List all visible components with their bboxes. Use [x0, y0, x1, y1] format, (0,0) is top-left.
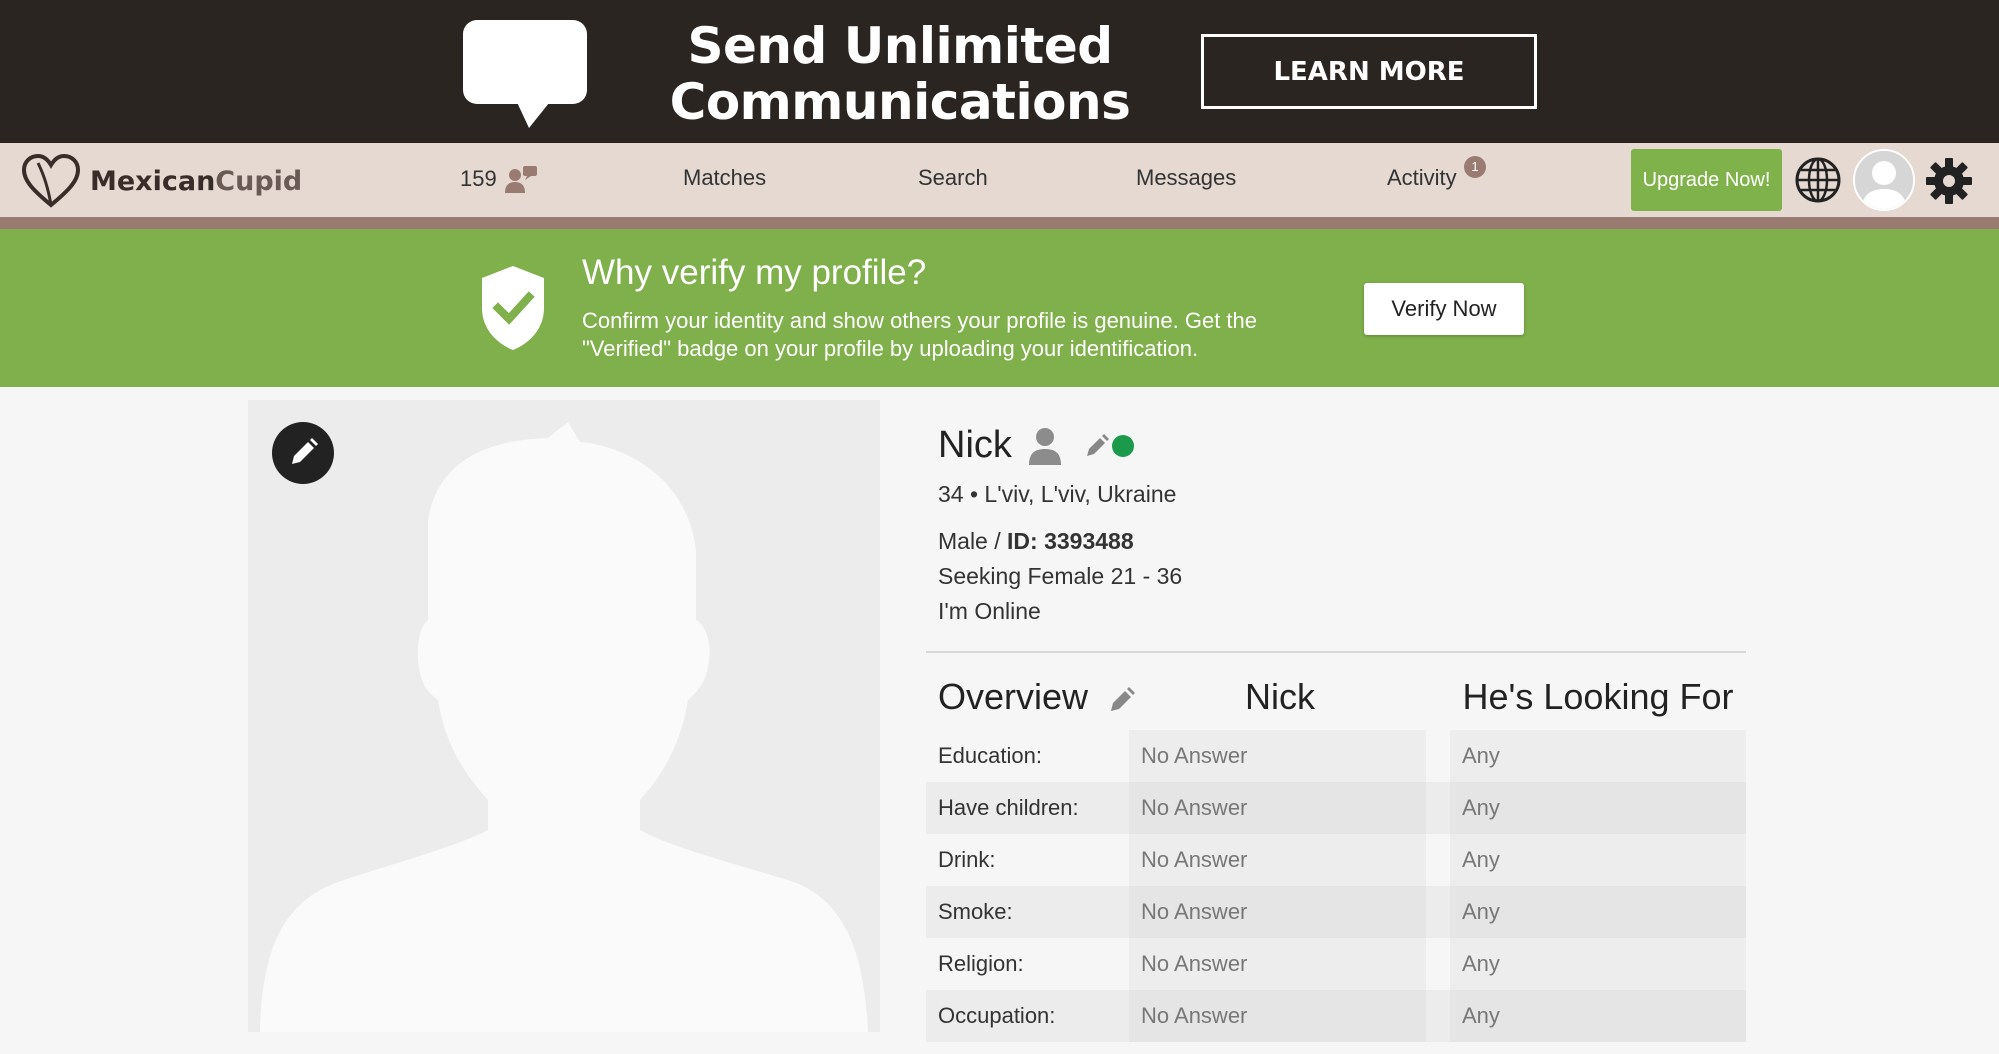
row-label: Education: [938, 743, 1042, 768]
nav-messages[interactable]: Messages [1136, 165, 1236, 191]
row-looking-value: Any [1450, 834, 1746, 886]
nav-matches[interactable]: Matches [683, 165, 766, 191]
person-icon [1028, 427, 1061, 465]
row-label: Religion: [938, 951, 1024, 976]
heart-logo-icon [21, 153, 81, 208]
row-self-value: No Answer [1129, 990, 1426, 1042]
edit-photo-button[interactable] [272, 422, 334, 484]
nav-divider-strip [0, 217, 1999, 229]
row-looking-value: Any [1450, 990, 1746, 1042]
online-status-dot [1111, 434, 1134, 457]
table-row: Occupation: No Answer Any [926, 990, 1746, 1042]
nav-search[interactable]: Search [918, 165, 988, 191]
logo-text: MexicanCupid [90, 166, 302, 197]
gender-text: Male / [938, 528, 1008, 554]
shield-check-icon [482, 266, 544, 350]
verify-now-button[interactable]: Verify Now [1364, 283, 1524, 335]
row-looking-value: Any [1450, 730, 1746, 782]
overview-column-looking-for: He's Looking For [1462, 676, 1734, 717]
table-row: Religion: No Answer Any [926, 938, 1746, 990]
row-self-value: No Answer [1129, 886, 1426, 938]
gear-icon[interactable] [1924, 156, 1974, 206]
row-looking-value: Any [1450, 782, 1746, 834]
row-looking-value: Any [1450, 938, 1746, 990]
members-counter[interactable]: 159 [460, 163, 539, 195]
table-row: Drink: No Answer Any [926, 834, 1746, 886]
divider [926, 651, 1746, 653]
ad-headline-line1: Send Unlimited [687, 17, 1113, 75]
activity-badge: 1 [1464, 156, 1486, 178]
logo-text-rest: Cupid [215, 165, 303, 197]
ad-headline: Send Unlimited Communications [660, 18, 1140, 130]
gender-id: Male / ID: 3393488 [938, 528, 1134, 555]
nav-activity[interactable]: Activity [1387, 165, 1457, 191]
row-label: Smoke: [938, 899, 1013, 924]
verify-title: Why verify my profile? [582, 253, 927, 292]
row-label: Occupation: [938, 1003, 1056, 1028]
ad-headline-line2: Communications [669, 73, 1131, 131]
avatar-silhouette-icon [1855, 151, 1913, 209]
ad-banner[interactable]: Send Unlimited Communications LEARN MORE [0, 0, 1999, 143]
table-row: Education: No Answer Any [926, 730, 1746, 782]
row-label: Drink: [938, 847, 996, 872]
member-id: ID: 3393488 [1007, 528, 1134, 554]
overview-column-self: Nick [1245, 676, 1315, 717]
logo[interactable]: MexicanCupid [20, 153, 302, 209]
members-count: 159 [460, 166, 497, 191]
row-self-value: No Answer [1129, 782, 1426, 834]
top-nav: MexicanCupid 159 Matches Search Messages… [0, 143, 1999, 217]
table-row: Smoke: No Answer Any [926, 886, 1746, 938]
verify-banner: Why verify my profile? Confirm your iden… [0, 229, 1999, 387]
age-location: 34 • L'viv, L'viv, Ukraine [938, 481, 1177, 507]
person-silhouette-icon [260, 422, 868, 1032]
members-icon [504, 166, 537, 193]
globe-icon[interactable] [1794, 156, 1842, 204]
profile-photo[interactable] [248, 400, 880, 1032]
pencil-icon [292, 438, 318, 464]
profile-name: Nick [938, 424, 1012, 466]
logo-text-bold: Mexican [90, 165, 216, 197]
app-window: Send Unlimited Communications LEARN MORE… [0, 0, 1999, 1054]
online-status-text: I'm Online [938, 598, 1041, 624]
row-looking-value: Any [1450, 886, 1746, 938]
profile-header: Nick [938, 424, 1134, 467]
upgrade-button[interactable]: Upgrade Now! [1631, 149, 1782, 211]
speech-bubble-icon [463, 20, 587, 128]
overview-heading: Overview [938, 676, 1089, 717]
avatar[interactable] [1853, 149, 1915, 211]
verify-description: Confirm your identity and show others yo… [582, 308, 1258, 361]
row-label: Have children: [938, 795, 1079, 820]
table-row: Have children: No Answer Any [926, 782, 1746, 834]
row-self-value: No Answer [1129, 730, 1426, 782]
seeking-text: Seeking Female 21 - 36 [938, 563, 1183, 589]
row-self-value: No Answer [1129, 834, 1426, 886]
overview-table: Education: No Answer Any Have children: … [926, 730, 1746, 1042]
row-self-value: No Answer [1129, 938, 1426, 990]
edit-name-pencil-icon[interactable] [1084, 433, 1110, 459]
learn-more-button[interactable]: LEARN MORE [1201, 34, 1537, 109]
